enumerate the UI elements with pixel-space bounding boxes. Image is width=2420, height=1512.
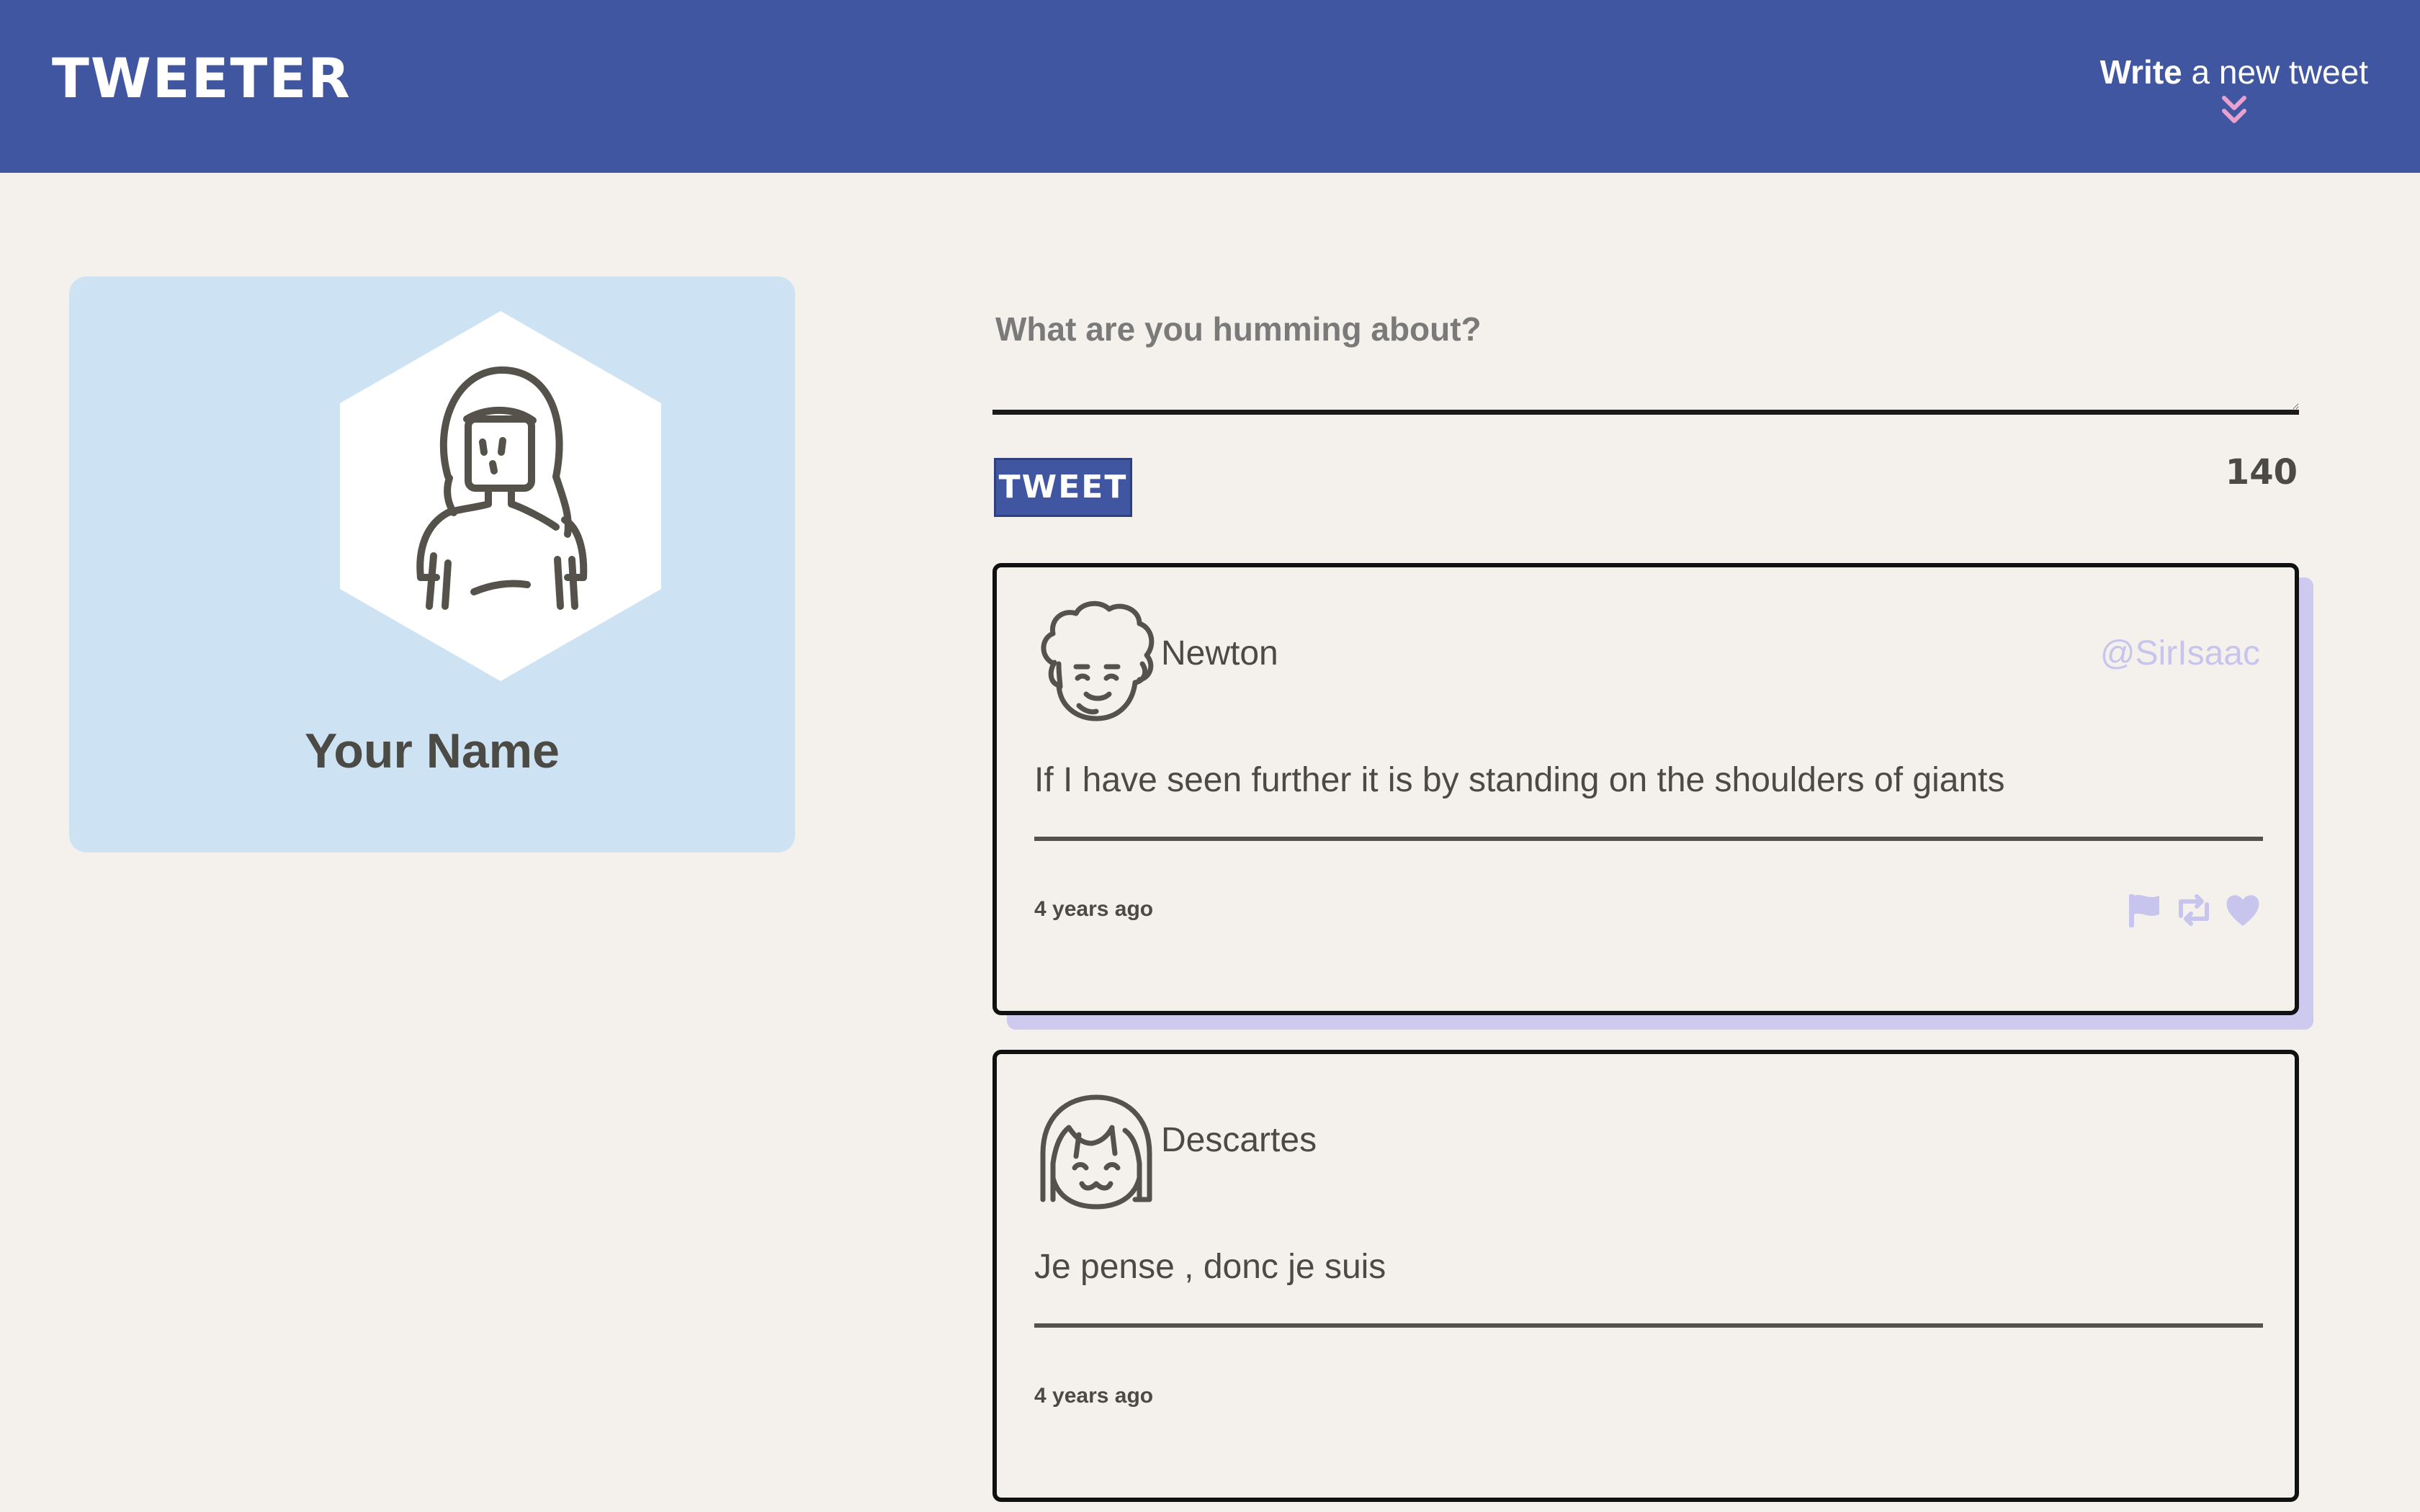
write-tweet-toggle[interactable]: Write a new tweet — [2100, 50, 2368, 127]
logo[interactable]: TWEETER — [52, 46, 351, 110]
tweet-author: Newton — [1161, 634, 1278, 672]
profile-name: Your Name — [305, 724, 560, 778]
tweet-submit-button[interactable]: TWEET — [994, 458, 1132, 517]
heart-icon[interactable] — [2223, 890, 2263, 930]
flag-icon[interactable] — [2125, 890, 2165, 930]
top-nav: TWEETER Write a new tweet — [0, 0, 2420, 173]
write-tweet-label: Write a new tweet — [2100, 50, 2368, 94]
character-counter: 140 — [2225, 452, 2298, 492]
tweet-input[interactable] — [992, 288, 2299, 415]
write-tweet-label-bold: Write — [2099, 53, 2182, 91]
tweet-card: Newton @SirIsaac If I have seen further … — [992, 563, 2299, 1015]
descartes-avatar — [1040, 1094, 1152, 1210]
double-chevron-down-icon — [2221, 96, 2246, 123]
tweet-timestamp: 4 years ago — [1034, 897, 1154, 921]
newton-avatar — [1041, 600, 1155, 721]
tweet-divider — [1034, 1323, 2263, 1328]
tweet-text: If I have seen further it is by standing… — [1034, 761, 2005, 799]
tweet-composer: TWEET 140 — [992, 288, 2299, 517]
tweet-text: Je pense , donc je suis — [1034, 1248, 1386, 1286]
tweet-author: Descartes — [1161, 1121, 1317, 1159]
tweet-actions — [2125, 890, 2263, 930]
write-tweet-label-rest: a new tweet — [2182, 53, 2369, 91]
retweet-icon[interactable] — [2174, 890, 2214, 930]
tweet-timestamp: 4 years ago — [1034, 1384, 1154, 1408]
tweet-handle[interactable]: @SirIsaac — [2100, 634, 2260, 673]
profile-card: Your Name — [69, 276, 795, 852]
tweet-divider — [1034, 837, 2263, 841]
profile-avatar — [340, 311, 661, 681]
tweet-card: Descartes Je pense , donc je suis 4 year… — [992, 1050, 2299, 1502]
